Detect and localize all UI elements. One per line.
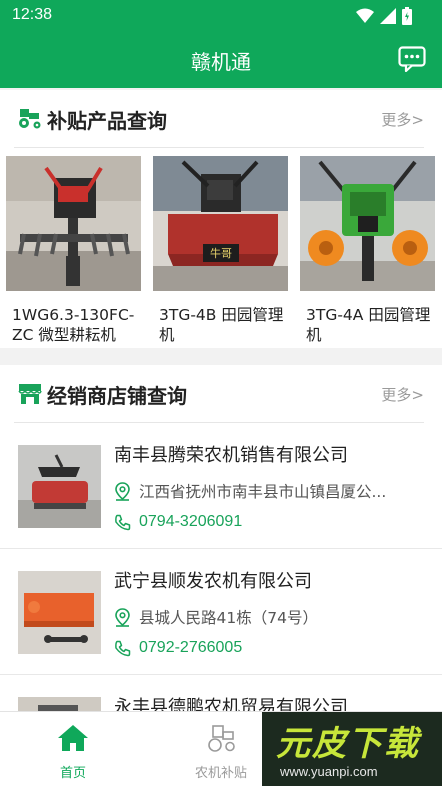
shop-name: 武宁县顺发农机有限公司 (114, 571, 312, 592)
location-icon (115, 481, 130, 501)
divider (14, 147, 424, 148)
battery-icon (402, 7, 412, 25)
shop-phone-text: 0792-2766005 (139, 639, 243, 656)
product-card[interactable]: 牛哥 3TG-4B 田园管理机 (153, 156, 288, 345)
phone-icon (115, 514, 131, 530)
shop-image (18, 445, 101, 528)
shop-name: 南丰县腾荣农机销售有限公司 (114, 445, 348, 466)
app-bar: 赣机通 (0, 32, 442, 88)
shops-section: 经销商店铺查询 更多> 南丰县腾荣农机销售有限公司 江西省抚州市南丰县市山镇昌厦… (0, 365, 442, 711)
products-section: 补贴产品查询 更多> 1WG6.3-130FC-ZC 微型耕耘机 牛哥 3TG-… (0, 90, 442, 348)
tab-home-label: 首页 (59, 766, 86, 781)
shop-address-text: 县城人民路41栋（74号） (139, 609, 318, 627)
watermark: 元皮下载 www.yuanpi.com (262, 712, 442, 786)
tractor-icon (208, 725, 235, 752)
shops-title: 经销商店铺查询 (47, 384, 187, 408)
shop-address-text: 江西省抚州市南丰县市山镇昌厦公... (139, 483, 387, 501)
shop-phone[interactable]: 0794-3206091 (114, 513, 242, 531)
products-title: 补贴产品查询 (47, 109, 167, 133)
shop-phone-text: 0794-3206091 (139, 513, 243, 530)
tab-subsidy-label: 农机补贴 (194, 766, 247, 781)
svg-text:牛哥: 牛哥 (210, 246, 232, 260)
product-image (6, 156, 141, 291)
shop-image (18, 697, 101, 711)
product-name: 3TG-4A 田园管理机 (306, 306, 431, 344)
product-card[interactable]: 1WG6.3-130FC-ZC 微型耕耘机 (6, 156, 141, 345)
product-list: 1WG6.3-130FC-ZC 微型耕耘机 牛哥 3TG-4B 田园管理机 3T… (6, 156, 435, 345)
phone-icon (115, 640, 131, 656)
products-header: 补贴产品查询 更多> (0, 90, 442, 148)
shops-header: 经销商店铺查询 更多> (0, 365, 442, 423)
shop-item[interactable]: 南丰县腾荣农机销售有限公司 江西省抚州市南丰县市山镇昌厦公... 0794-32… (0, 423, 442, 549)
watermark-url: www.yuanpi.com (280, 764, 378, 779)
tab-home[interactable]: 首页 (23, 712, 123, 786)
status-icons (356, 7, 412, 25)
product-name: 3TG-4B 田园管理机 (159, 306, 284, 344)
shop-item[interactable]: 武宁县顺发农机有限公司 县城人民路41栋（74号） 0792-2766005 (0, 549, 442, 675)
signal-icon (380, 8, 396, 24)
message-icon[interactable] (398, 46, 426, 72)
app-title: 赣机通 (191, 50, 251, 74)
home-icon (58, 725, 88, 751)
shop-address: 县城人民路41栋（74号） (114, 606, 318, 628)
location-icon (115, 607, 130, 627)
product-image: 牛哥 (153, 156, 288, 291)
shop-name: 永丰县德鹏农机贸易有限公司 (114, 697, 348, 711)
tractor-icon (19, 109, 41, 129)
watermark-text: 元皮下载 (276, 724, 420, 764)
shop-phone[interactable]: 0792-2766005 (114, 639, 242, 657)
products-more-link[interactable]: 更多> (381, 109, 424, 130)
status-time: 12:38 (12, 6, 53, 23)
shop-item[interactable]: 永丰县德鹏农机贸易有限公司 (0, 675, 442, 711)
tab-subsidy[interactable]: 农机补贴 (171, 712, 271, 786)
product-name: 1WG6.3-130FC-ZC 微型耕耘机 (12, 306, 135, 344)
shops-more-link[interactable]: 更多> (381, 384, 424, 405)
status-bar: 12:38 (0, 0, 442, 32)
wifi-icon (356, 8, 374, 23)
store-icon (18, 384, 42, 404)
product-card[interactable]: 3TG-4A 田园管理机 (300, 156, 435, 345)
shop-image (18, 571, 101, 654)
product-image (300, 156, 435, 291)
shop-address: 江西省抚州市南丰县市山镇昌厦公... (114, 480, 386, 502)
